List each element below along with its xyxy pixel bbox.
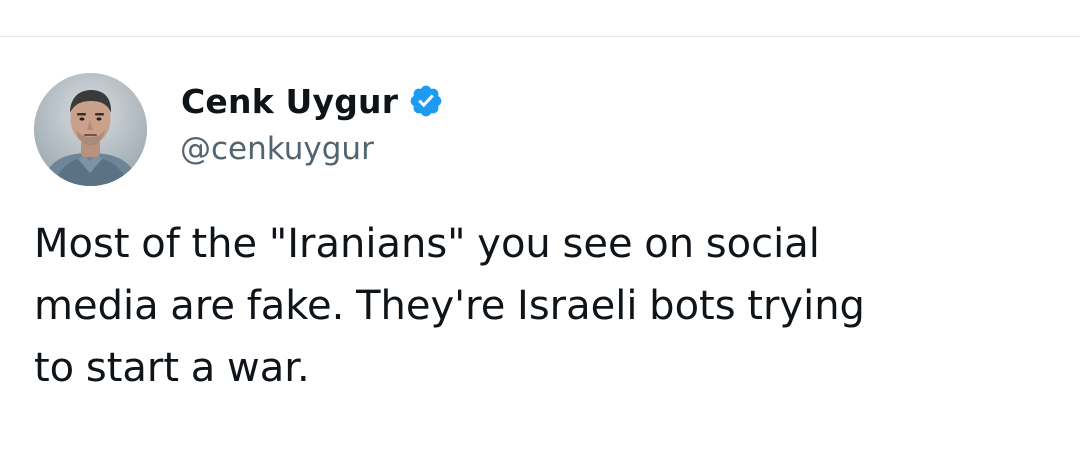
avatar-photo [34, 73, 147, 186]
verified-badge-icon [408, 83, 444, 119]
author-handle[interactable]: @cenkuygur [180, 131, 374, 167]
tweet-card[interactable]: Cenk Uygur @cenkuygur Most of the "Irani… [0, 37, 1080, 476]
author-display-name[interactable]: Cenk Uygur [181, 82, 398, 121]
author-avatar[interactable] [34, 73, 147, 186]
tweet-text: Most of the "Iranians" you see on social… [34, 221, 865, 391]
author-name-row[interactable]: Cenk Uygur [181, 79, 444, 123]
